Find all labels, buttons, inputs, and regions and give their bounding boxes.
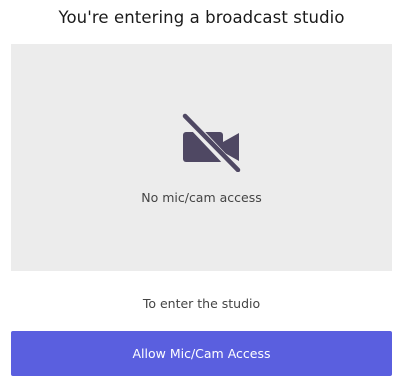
camera-off-icon (179, 112, 242, 172)
enter-studio-text: To enter the studio (142, 296, 261, 311)
allow-mic-cam-button[interactable]: Allow Mic/Cam Access (11, 331, 392, 376)
page-title: You're entering a broadcast studio (58, 8, 345, 27)
no-access-label: No mic/cam access (141, 190, 262, 205)
camera-preview: No mic/cam access (11, 44, 392, 271)
studio-entry-screen: You're entering a broadcast studio No mi… (0, 0, 403, 376)
